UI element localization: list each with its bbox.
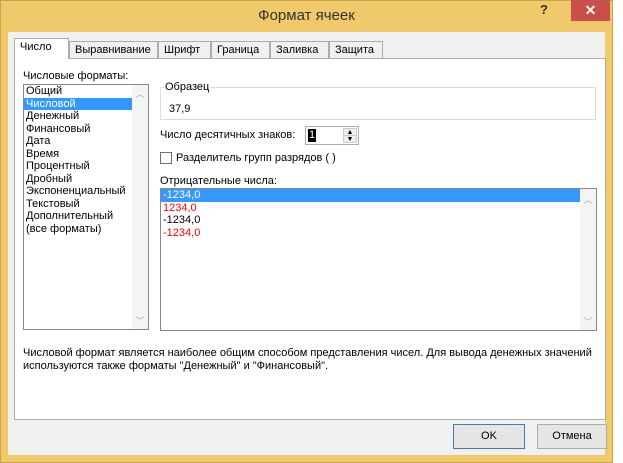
close-button[interactable]: ✕: [571, 0, 610, 21]
decimals-label: Число десятичных знаков:: [160, 129, 296, 141]
decimals-stepper[interactable]: 1 ▲ ▼: [305, 126, 359, 145]
format-item[interactable]: (все форматы): [24, 223, 132, 236]
formats-label: Числовые форматы:: [23, 70, 129, 82]
format-item[interactable]: Общий: [24, 85, 132, 98]
formats-list[interactable]: ︿ ﹀ Общий Числовой Денежный Финансовый Дата Вр…: [23, 84, 149, 330]
cancel-button[interactable]: Отмена: [537, 424, 607, 449]
negative-item[interactable]: 1234,0: [161, 202, 580, 215]
negative-item[interactable]: -1234,0: [161, 189, 580, 202]
negative-list[interactable]: ︿ ﹀ -1234,0 1234,0 -1234,0 -1234,0: [160, 188, 597, 331]
format-item[interactable]: Время: [24, 148, 132, 161]
ok-button[interactable]: OK: [453, 424, 525, 449]
sample-group: [160, 87, 596, 120]
format-item[interactable]: Денежный: [24, 110, 132, 123]
description-line2: используются также форматы "Денежный" и …: [23, 360, 329, 372]
tab-border[interactable]: Граница: [211, 41, 270, 59]
decrement-icon[interactable]: ▼: [343, 135, 357, 143]
description-line1: Числовой формат является наиболее общим …: [23, 347, 592, 359]
sample-label: Образец: [164, 81, 211, 93]
negative-label: Отрицательные числа:: [160, 175, 277, 187]
negative-item[interactable]: -1234,0: [161, 227, 580, 240]
format-item[interactable]: Дата: [24, 135, 132, 148]
format-item[interactable]: Экспоненциальный: [24, 185, 132, 198]
formats-scrollbar[interactable]: ︿ ﹀: [132, 85, 148, 329]
help-button[interactable]: ?: [540, 2, 548, 17]
tab-fill[interactable]: Заливка: [270, 41, 329, 59]
format-item[interactable]: Дополнительный: [24, 210, 132, 223]
separator-label: Разделитель групп разрядов ( ): [176, 152, 336, 164]
format-item[interactable]: Финансовый: [24, 123, 132, 136]
negative-scrollbar[interactable]: ︿ ﹀: [580, 189, 596, 330]
separator-checkbox[interactable]: [160, 152, 172, 164]
format-item[interactable]: Процентный: [24, 160, 132, 173]
sample-value: 37,9: [169, 103, 191, 115]
tab-alignment[interactable]: Выравнивание: [69, 41, 158, 59]
format-item[interactable]: Дробный: [24, 173, 132, 186]
format-item[interactable]: Числовой: [24, 97, 132, 110]
decimals-value[interactable]: 1: [308, 129, 317, 142]
tab-number[interactable]: Число: [14, 38, 69, 59]
dialog-title: Формат ячеек: [258, 7, 355, 24]
negative-item[interactable]: -1234,0: [161, 214, 580, 227]
tab-protection[interactable]: Защита: [329, 41, 383, 59]
format-item[interactable]: Текстовый: [24, 198, 132, 211]
tab-font[interactable]: Шрифт: [158, 41, 211, 59]
